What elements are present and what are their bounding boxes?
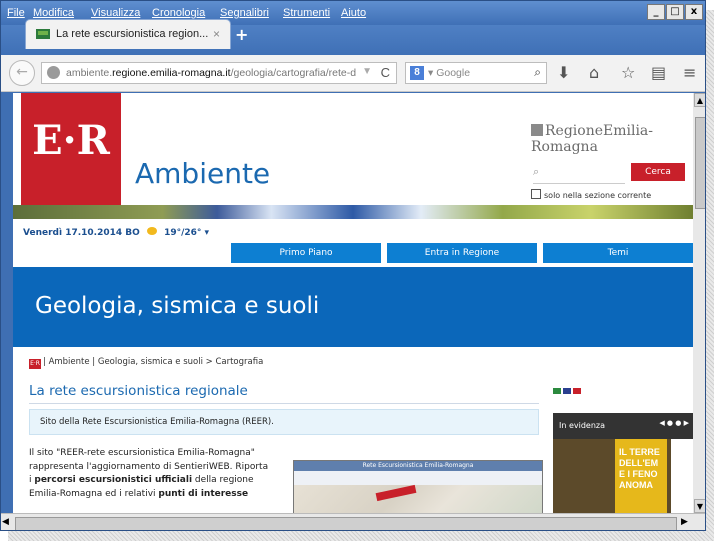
page-title: La rete escursionistica regionale <box>29 383 248 399</box>
search-bar[interactable]: 8 ▾ Google ⌕ <box>405 62 547 84</box>
tab-active[interactable]: La rete escursionistica region... × <box>25 19 231 49</box>
hero-title: Geologia, sismica e suoli <box>35 293 320 319</box>
search-placeholder: ▾ Google <box>428 67 471 79</box>
site-identity-icon[interactable] <box>47 66 60 79</box>
menu-icon[interactable]: ≡ <box>683 63 696 82</box>
body-line: rappresenta l'aggiornamento di SentieriW… <box>29 461 269 472</box>
in-evidenza-title: In evidenza <box>559 421 606 430</box>
scroll-up-icon[interactable]: ▲ <box>694 93 705 107</box>
screenshot-map <box>294 485 542 513</box>
header-banner <box>13 205 693 219</box>
carousel-pager[interactable]: ◀ ● ● ▶ <box>659 419 689 427</box>
address-bar[interactable]: ambiente.regione.emilia-romagna.it/geolo… <box>41 62 397 84</box>
scroll-right-icon[interactable]: ▶ <box>681 517 688 527</box>
region-flag-icon <box>531 124 543 136</box>
breadcrumb: E·R | Ambiente | Geologia, sismica e suol… <box>29 357 263 369</box>
body-line: Il sito "REER-rete escursionistica Emili… <box>29 448 255 458</box>
url-text: ambiente.regione.emilia-romagna.it/geolo… <box>66 67 356 79</box>
reading-list-icon[interactable]: ▤ <box>651 63 666 82</box>
home-icon[interactable]: ⌂ <box>589 63 599 82</box>
maximize-button[interactable]: □ <box>666 4 684 20</box>
body-line: i percorsi escursionistici ufficiali del… <box>29 475 254 485</box>
city-text[interactable]: BO <box>125 228 140 238</box>
tab-close-icon[interactable]: × <box>213 27 220 41</box>
divider <box>29 403 539 404</box>
site-search-input[interactable]: ⌕ <box>533 165 625 184</box>
star-icon[interactable]: ☆ <box>621 63 635 82</box>
language-flags <box>553 387 583 396</box>
scroll-left-icon[interactable]: ◀ <box>2 517 9 527</box>
tab-entra-in-regione[interactable]: Entra in Regione <box>387 243 537 263</box>
italian-flag-icon[interactable] <box>553 388 561 394</box>
url-dropdown-icon[interactable]: ▼ <box>362 66 372 77</box>
reload-icon[interactable]: C <box>381 65 390 80</box>
menu-segnalibri[interactable]: Segnalibri <box>220 7 269 19</box>
web-page: E·R Ambiente RegioneEmilia-Romagna ⌕ Cer… <box>13 93 693 513</box>
left-border <box>1 93 13 513</box>
close-button[interactable]: x <box>685 4 703 20</box>
sun-icon <box>146 227 157 235</box>
hero-banner: Geologia, sismica e suoli <box>13 267 693 347</box>
google-engine-icon[interactable]: 8 <box>410 66 424 80</box>
search-icon[interactable]: ⌕ <box>534 65 541 80</box>
screenshot-toolbar <box>294 471 542 485</box>
section-title[interactable]: Ambiente <box>135 157 270 190</box>
site-search-button[interactable]: Cerca <box>631 163 685 181</box>
menu-aiuto[interactable]: Aiuto <box>341 7 366 19</box>
menu-cronologia[interactable]: Cronologia <box>152 7 205 19</box>
favicon-icon <box>36 29 50 39</box>
weather-dropdown-icon[interactable]: ▾ <box>205 228 210 238</box>
menu-visualizza[interactable]: Visualizza <box>91 7 140 19</box>
vertical-scrollbar[interactable]: ▲ ▼ <box>693 93 705 513</box>
in-evidenza-box[interactable]: In evidenza ◀ ● ● ▶ IL TERRE DELL'EM E I… <box>553 413 693 513</box>
info-box: Sito della Rete Escursionistica Emilia-R… <box>29 409 539 435</box>
download-icon[interactable]: ⬇ <box>557 63 570 82</box>
tab-temi[interactable]: Temi <box>543 243 693 263</box>
menu-modifica[interactable]: Modifica <box>33 7 74 19</box>
carousel-text: IL TERRE DELL'EM E I FENO ANOMA <box>619 447 660 490</box>
navigation-toolbar: ← ambiente.regione.emilia-romagna.it/geo… <box>1 55 705 92</box>
window-controls: _ □ x <box>647 4 703 20</box>
body-line: Emilia-Romagna ed i relativi punti di in… <box>29 488 249 499</box>
er-logo[interactable]: E·R <box>21 93 121 205</box>
tab-primo-piano[interactable]: Primo Piano <box>231 243 381 263</box>
carousel-image-next <box>671 439 693 513</box>
site-screenshot-image[interactable]: Rete Escursionistica Emilia-Romagna <box>293 460 543 513</box>
horizontal-scroll-thumb[interactable] <box>15 517 677 530</box>
screenshot-title: Rete Escursionistica Emilia-Romagna <box>294 461 542 471</box>
horizontal-scrollbar[interactable]: ◀ ▶ <box>1 513 705 530</box>
date-weather: Venerdì 17.10.2014 BO 19°/26° ▾ <box>23 227 209 238</box>
english-flag-icon[interactable] <box>563 388 571 394</box>
menu-strumenti[interactable]: Strumenti <box>283 7 330 19</box>
checkbox-icon[interactable] <box>531 189 541 199</box>
browser-window: File Modifica Visualizza Cronologia Segn… <box>0 0 706 531</box>
breadcrumb-logo[interactable]: E·R <box>29 359 41 369</box>
date-text: Venerdì 17.10.2014 <box>23 228 123 238</box>
back-button[interactable]: ← <box>9 60 35 86</box>
tab-title: La rete escursionistica region... <box>56 28 209 40</box>
minimize-button[interactable]: _ <box>647 4 665 20</box>
vertical-scroll-thumb[interactable] <box>695 117 705 209</box>
region-logo[interactable]: RegioneEmilia-Romagna <box>531 123 691 155</box>
breadcrumb-text[interactable]: | Ambiente | Geologia, sismica e suoli >… <box>43 357 263 367</box>
scroll-down-icon[interactable]: ▼ <box>694 499 705 513</box>
menu-file[interactable]: File <box>7 7 25 19</box>
current-section-checkbox[interactable]: solo nella sezione corrente <box>531 189 651 200</box>
body-text: Il sito "REER-rete escursionistica Emili… <box>29 447 284 501</box>
french-flag-icon[interactable] <box>573 388 581 394</box>
temperature-text: 19°/26° <box>164 228 202 238</box>
new-tab-button[interactable]: + <box>235 25 248 44</box>
